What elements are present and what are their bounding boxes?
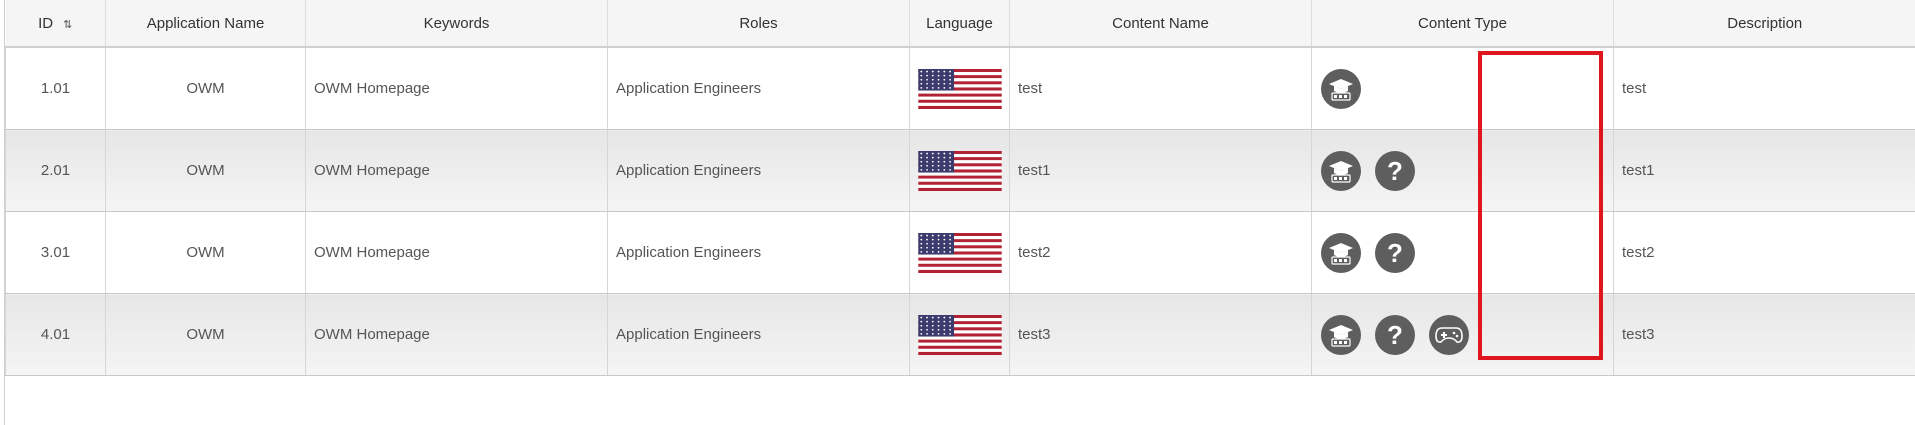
cell-roles: Application Engineers xyxy=(607,47,910,130)
cell-content-type: ? xyxy=(1311,129,1614,212)
cell-description: test2 xyxy=(1613,211,1915,294)
cell-content-type: ? xyxy=(1311,211,1614,294)
us-flag-icon xyxy=(918,150,1002,191)
cell-application-name: OWM xyxy=(105,129,306,212)
gamepad-icon[interactable] xyxy=(1429,314,1469,355)
col-header-description[interactable]: Description xyxy=(1613,0,1915,48)
us-flag-icon xyxy=(918,232,1002,273)
cell-keywords: OWM Homepage xyxy=(305,211,608,294)
cell-content-name: test1 xyxy=(1009,129,1312,212)
content-table: ID ⇅ Application Name Keywords Roles Lang… xyxy=(5,0,1915,376)
col-header-language[interactable]: Language xyxy=(909,0,1010,48)
cell-keywords: OWM Homepage xyxy=(305,129,608,212)
col-header-roles[interactable]: Roles xyxy=(607,0,910,48)
table-row[interactable]: 4.01 OWM OWM Homepage Application Engine… xyxy=(5,293,1915,376)
cell-language xyxy=(909,211,1010,294)
help-icon[interactable]: ? xyxy=(1375,150,1415,191)
cell-roles: Application Engineers xyxy=(607,293,910,376)
col-header-keywords[interactable]: Keywords xyxy=(305,0,608,48)
us-flag-icon xyxy=(918,68,1002,109)
cell-keywords: OWM Homepage xyxy=(305,293,608,376)
cell-description: test3 xyxy=(1613,293,1915,376)
cell-content-type xyxy=(1311,47,1614,130)
help-icon[interactable]: ? xyxy=(1375,314,1415,355)
cell-application-name: OWM xyxy=(105,211,306,294)
cell-roles: Application Engineers xyxy=(607,129,910,212)
cell-id: 4.01 xyxy=(5,293,106,376)
cell-description: test1 xyxy=(1613,129,1915,212)
cell-content-name: test3 xyxy=(1009,293,1312,376)
col-header-content-name[interactable]: Content Name xyxy=(1009,0,1312,48)
table-row[interactable]: 1.01 OWM OWM Homepage Application Engine… xyxy=(5,47,1915,130)
cell-keywords: OWM Homepage xyxy=(305,47,608,130)
cell-content-type: ? xyxy=(1311,293,1614,376)
training-icon[interactable] xyxy=(1321,314,1361,355)
cell-content-name: test2 xyxy=(1009,211,1312,294)
cell-content-name: test xyxy=(1009,47,1312,130)
cell-roles: Application Engineers xyxy=(607,211,910,294)
training-icon[interactable] xyxy=(1321,150,1361,191)
table-header-row: ID ⇅ Application Name Keywords Roles Lang… xyxy=(5,0,1915,48)
cell-id: 1.01 xyxy=(5,47,106,130)
training-icon[interactable] xyxy=(1321,68,1361,109)
cell-language xyxy=(909,47,1010,130)
col-header-content-type[interactable]: Content Type xyxy=(1311,0,1614,48)
cell-application-name: OWM xyxy=(105,293,306,376)
col-header-application-name[interactable]: Application Name xyxy=(105,0,306,48)
cell-application-name: OWM xyxy=(105,47,306,130)
help-glyph: ? xyxy=(1387,319,1403,350)
table-row[interactable]: 2.01 OWM OWM Homepage Application Engine… xyxy=(5,129,1915,212)
training-icon[interactable] xyxy=(1321,232,1361,273)
cell-id: 3.01 xyxy=(5,211,106,294)
table-row[interactable]: 3.01 OWM OWM Homepage Application Engine… xyxy=(5,211,1915,294)
col-header-id[interactable]: ID ⇅ xyxy=(5,0,106,48)
cell-description: test xyxy=(1613,47,1915,130)
sort-icon[interactable]: ⇅ xyxy=(63,18,72,31)
cell-language xyxy=(909,129,1010,212)
help-glyph: ? xyxy=(1387,155,1403,186)
cell-language xyxy=(909,293,1010,376)
us-flag-icon xyxy=(918,314,1002,355)
help-glyph: ? xyxy=(1387,237,1403,268)
help-icon[interactable]: ? xyxy=(1375,232,1415,273)
cell-id: 2.01 xyxy=(5,129,106,212)
